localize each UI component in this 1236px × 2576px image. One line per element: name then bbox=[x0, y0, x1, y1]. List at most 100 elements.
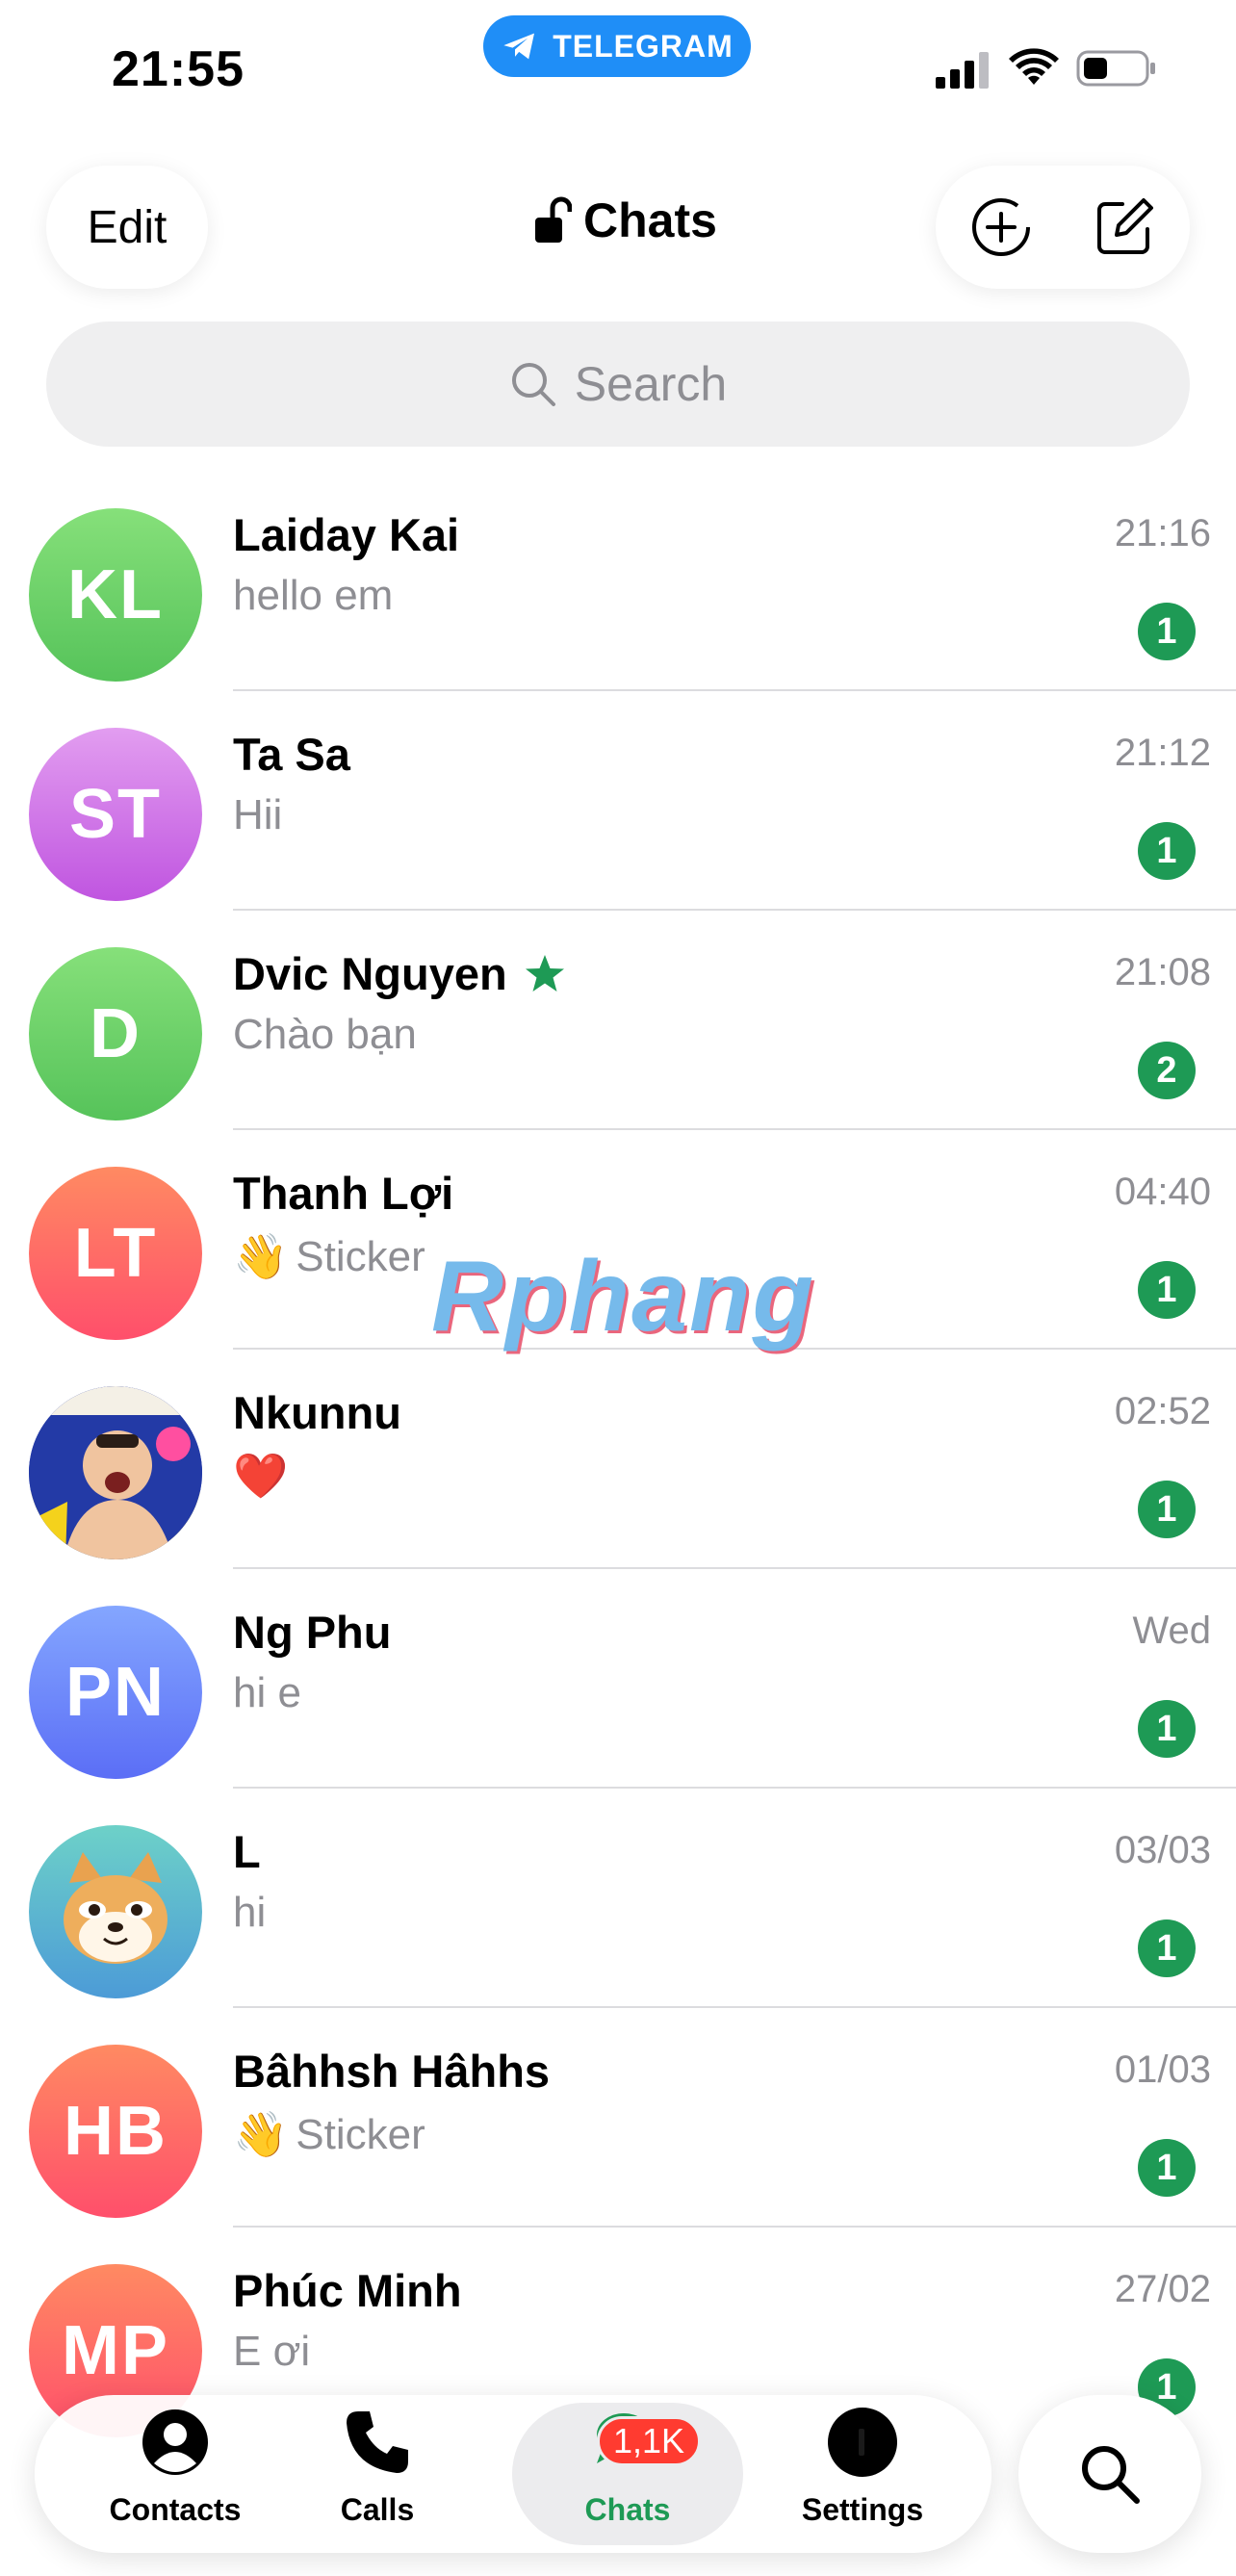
chat-list: KL Laiday Kai hello em 21:16 1 ST Ta Sa … bbox=[0, 472, 1236, 2447]
chat-time: 21:16 bbox=[1114, 512, 1211, 554]
chat-time: 21:08 bbox=[1114, 951, 1211, 993]
add-story-icon[interactable] bbox=[968, 194, 1034, 260]
search-input[interactable]: Search bbox=[46, 322, 1190, 447]
chat-name-text: Ta Sa bbox=[233, 729, 350, 780]
chat-preview: 👋 Sticker bbox=[233, 1230, 425, 1283]
search-placeholder: Search bbox=[574, 357, 728, 411]
unread-badge: 1 bbox=[1138, 1261, 1196, 1319]
cellular-signal-icon bbox=[936, 52, 989, 89]
search-button[interactable] bbox=[1018, 2395, 1201, 2553]
wifi-icon bbox=[1009, 48, 1059, 85]
chat-name: Ng Phu bbox=[233, 1606, 391, 1659]
battery-icon bbox=[1076, 50, 1155, 87]
tab-contacts-label: Contacts bbox=[109, 2492, 242, 2527]
chat-row-laiday-kai[interactable]: KL Laiday Kai hello em 21:16 1 bbox=[0, 472, 1236, 691]
profile-photo-icon bbox=[828, 2408, 897, 2477]
status-time: 21:55 bbox=[112, 41, 245, 97]
chat-time: 21:12 bbox=[1114, 732, 1211, 774]
unlock-icon bbox=[535, 196, 572, 243]
chat-row-ta-sa[interactable]: ST Ta Sa Hii 21:12 1 bbox=[0, 691, 1236, 911]
chat-time: Wed bbox=[1132, 1610, 1211, 1652]
chat-row-ng-phu[interactable]: PN Ng Phu hi e Wed 1 bbox=[0, 1569, 1236, 1789]
photo-avatar bbox=[29, 1386, 202, 1559]
header-actions bbox=[936, 166, 1190, 289]
avatar: ST bbox=[29, 728, 202, 901]
telegram-app-pill[interactable]: TELEGRAM bbox=[483, 15, 751, 77]
avatar: KL bbox=[29, 508, 202, 682]
chat-preview-text: Sticker bbox=[296, 2110, 425, 2158]
watermark: Rphang bbox=[431, 1241, 816, 1352]
shiba-dog-icon bbox=[64, 1852, 167, 1964]
waving-hand-icon: 👋 bbox=[233, 1231, 289, 1281]
tab-chats-label: Chats bbox=[584, 2492, 671, 2527]
unread-badge: 1 bbox=[1138, 2139, 1196, 2197]
chat-preview-text: Chào bạn bbox=[233, 1011, 417, 1058]
chat-preview: ❤️ bbox=[233, 1450, 288, 1503]
compose-icon[interactable] bbox=[1092, 194, 1157, 260]
chat-row-bahhsh-hahhs[interactable]: HB Bâhhsh Hâhhs 👋 Sticker 01/03 1 bbox=[0, 2008, 1236, 2228]
unread-badge: 1 bbox=[1138, 822, 1196, 880]
page-title: Chats bbox=[533, 193, 717, 248]
chat-name-text: Nkunnu bbox=[233, 1387, 401, 1438]
chat-row-dvic-nguyen[interactable]: D Dvic Nguyen Chào bạn 21:08 2 bbox=[0, 911, 1236, 1130]
chat-preview: 👋 Sticker bbox=[233, 2108, 425, 2161]
chat-preview-text: hello em bbox=[233, 572, 394, 619]
tab-calls-label: Calls bbox=[340, 2492, 415, 2527]
tab-settings[interactable]: Settings bbox=[747, 2395, 978, 2553]
avatar: PN bbox=[29, 1606, 202, 1779]
chat-name-text: Laiday Kai bbox=[233, 509, 460, 560]
photo-avatar-image bbox=[29, 1386, 202, 1559]
status-bar: 21:55 TELEGRAM bbox=[0, 0, 1236, 125]
chat-name-text: L bbox=[233, 1826, 261, 1877]
star-icon bbox=[525, 954, 564, 992]
phone-icon bbox=[347, 2411, 408, 2473]
tab-settings-label: Settings bbox=[801, 2492, 924, 2527]
chat-name: L bbox=[233, 1825, 261, 1878]
unread-badge: 1 bbox=[1138, 1700, 1196, 1758]
chat-preview: E ơi bbox=[233, 2328, 310, 2376]
tab-bar: Contacts Calls Chats 1,1K Settings bbox=[35, 2395, 991, 2553]
chat-name-text: Bâhhsh Hâhhs bbox=[233, 2046, 551, 2097]
chat-preview: hello em bbox=[233, 572, 393, 620]
chat-preview-text: Hii bbox=[233, 791, 283, 838]
chat-name: Ta Sa bbox=[233, 728, 350, 781]
chat-preview-text: hi e bbox=[233, 1669, 301, 1716]
chat-time: 02:52 bbox=[1114, 1390, 1211, 1432]
person-circle-icon bbox=[142, 2409, 208, 2475]
chat-row-nkunnu[interactable]: Nkunnu ❤️ 02:52 1 bbox=[0, 1350, 1236, 1569]
chat-time: 04:40 bbox=[1114, 1171, 1211, 1213]
telegram-app-pill-label: TELEGRAM bbox=[553, 28, 734, 64]
page-title-text: Chats bbox=[583, 193, 717, 247]
unread-badge: 2 bbox=[1138, 1042, 1196, 1099]
waving-hand-icon: 👋 bbox=[233, 2109, 289, 2159]
tab-chats[interactable]: Chats 1,1K bbox=[512, 2403, 743, 2545]
search-icon bbox=[1082, 2446, 1140, 2504]
chat-name-text: Phúc Minh bbox=[233, 2265, 462, 2316]
chat-preview-text: E ơi bbox=[233, 2328, 311, 2375]
chat-name: Dvic Nguyen bbox=[233, 947, 567, 1000]
shiba-dog-avatar bbox=[29, 1825, 202, 1998]
heart-icon: ❤️ bbox=[233, 1451, 289, 1501]
unread-badge: 1 bbox=[1138, 1919, 1196, 1977]
search-icon bbox=[511, 363, 555, 406]
chat-name: Nkunnu bbox=[233, 1386, 401, 1439]
chat-time: 27/02 bbox=[1114, 2268, 1211, 2310]
edit-button[interactable]: Edit bbox=[46, 166, 208, 289]
chat-time: 03/03 bbox=[1114, 1829, 1211, 1871]
unread-badge: 1 bbox=[1138, 603, 1196, 660]
chat-preview: Chào bạn bbox=[233, 1011, 417, 1059]
chat-name-text: Ng Phu bbox=[233, 1607, 392, 1658]
tab-contacts[interactable]: Contacts bbox=[60, 2395, 291, 2553]
tab-calls[interactable]: Calls bbox=[291, 2395, 464, 2553]
telegram-plane-icon bbox=[503, 33, 535, 60]
avatar: HB bbox=[29, 2045, 202, 2218]
chat-name-text: Dvic Nguyen bbox=[233, 948, 507, 999]
unread-badge: 1 bbox=[1138, 1481, 1196, 1538]
chat-row-l[interactable]: L hi 03/03 1 bbox=[0, 1789, 1236, 2008]
chat-preview: hi e bbox=[233, 1669, 301, 1717]
chat-name: Phúc Minh bbox=[233, 2264, 462, 2317]
chat-preview-text: hi bbox=[233, 1889, 267, 1936]
chat-preview: Hii bbox=[233, 791, 282, 839]
avatar: LT bbox=[29, 1167, 202, 1340]
chats-unread-badge: 1,1K bbox=[597, 2416, 702, 2466]
